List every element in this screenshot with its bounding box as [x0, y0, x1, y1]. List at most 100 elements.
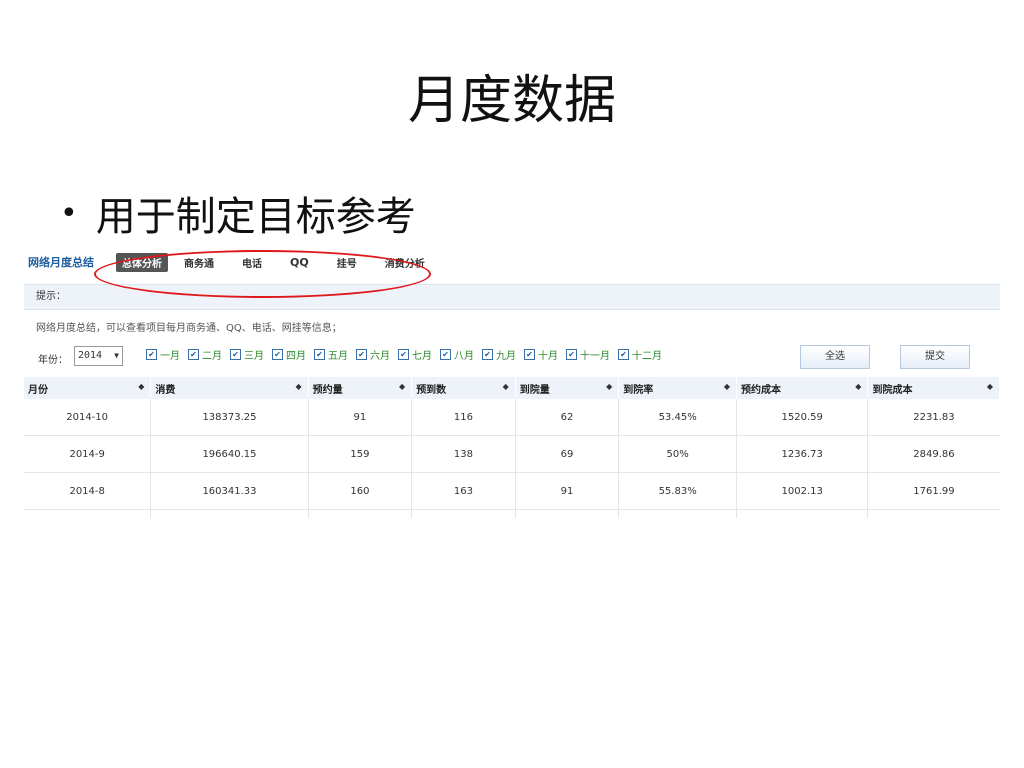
filter-row: 年份： 2014 ▼ ✔ 一月 ✔ 二月 ✔ 三月 ✔ 四月 ✔ 五月 ✔ 六月 ✔ 七月 ✔… — [24, 345, 1000, 377]
checkbox-checked-icon: ✔ — [440, 349, 451, 360]
tab-qq[interactable]: QQ — [284, 254, 315, 271]
monthly-summary-panel: 网络月度总结 总体分析 商务通 电话 QQ 挂号 消费分析 提示： 网络月度总结… — [24, 246, 1000, 518]
month-label: 十二月 — [632, 351, 662, 362]
month-label: 十一月 — [580, 351, 610, 362]
empty-cell — [150, 509, 309, 518]
chevron-down-icon: ▼ — [114, 351, 119, 360]
column-header-label: 到院成本 — [872, 384, 913, 396]
cell-spend: 138373.25 — [150, 399, 309, 436]
cell-appointment-cost: 1520.59 — [736, 399, 869, 436]
cell-spend: 196640.15 — [150, 435, 309, 473]
month-checkbox-12[interactable]: ✔ 十二月 — [618, 347, 662, 362]
table-row: 2014-10 138373.25 91 116 62 53.45% 1520.… — [24, 399, 1000, 436]
tab-spending-analysis[interactable]: 消费分析 — [379, 253, 431, 272]
sort-icon: ◆ — [399, 382, 406, 391]
checkbox-checked-icon: ✔ — [398, 349, 409, 360]
tab-overall-analysis[interactable]: 总体分析 — [116, 252, 168, 272]
month-label: 二月 — [202, 351, 222, 362]
column-header-label: 预到数 — [416, 384, 447, 396]
sort-icon: ◆ — [295, 382, 302, 391]
checkbox-checked-icon: ✔ — [482, 349, 493, 360]
select-all-button[interactable]: 全选 — [800, 345, 870, 369]
submit-button[interactable]: 提交 — [900, 345, 970, 369]
cell-appointments: 160 — [308, 472, 413, 510]
panel-title: 网络月度总结 — [28, 256, 94, 269]
empty-cell — [411, 509, 516, 518]
bullet-point: • 用于制定目标参考 — [60, 184, 416, 242]
year-select[interactable]: 2014 ▼ — [74, 346, 123, 366]
checkbox-checked-icon: ✔ — [566, 349, 577, 360]
column-header-label: 预约量 — [312, 384, 343, 396]
month-label: 四月 — [286, 351, 306, 362]
cell-arrival-cost: 1761.99 — [867, 472, 1000, 510]
checkbox-checked-icon: ✔ — [314, 349, 325, 360]
month-checkbox-9[interactable]: ✔ 九月 — [482, 347, 516, 362]
month-label: 五月 — [328, 351, 348, 362]
month-checkbox-10[interactable]: ✔ 十月 — [524, 347, 558, 362]
cell-appointment-cost: 1002.13 — [736, 472, 869, 510]
month-checkbox-4[interactable]: ✔ 四月 — [272, 347, 306, 362]
month-checkbox-11[interactable]: ✔ 十一月 — [566, 347, 610, 362]
cell-expected-arrivals: 138 — [411, 435, 516, 473]
tab-phone[interactable]: 电话 — [236, 253, 268, 272]
tab-registration[interactable]: 挂号 — [331, 253, 363, 272]
cell-expected-arrivals: 163 — [411, 472, 516, 510]
sort-icon: ◆ — [986, 382, 993, 391]
column-header-appointment-cost[interactable]: 预约成本 ◆ — [736, 377, 869, 399]
hint-text: 网络月度总结，可以查看项目每月商务通、QQ、电话、网挂等信息； — [36, 323, 342, 334]
month-label: 七月 — [412, 351, 432, 362]
cell-arrival-cost: 2231.83 — [867, 399, 1000, 436]
hint-bar: 提示： — [24, 284, 1000, 310]
year-select-value: 2014 — [78, 350, 103, 361]
cell-appointments: 159 — [308, 435, 413, 473]
month-checkbox-3[interactable]: ✔ 三月 — [230, 347, 264, 362]
tab-business-chat[interactable]: 商务通 — [178, 253, 220, 272]
tab-bar: 网络月度总结 总体分析 商务通 电话 QQ 挂号 消费分析 — [24, 246, 1000, 298]
cell-appointments: 91 — [308, 399, 413, 436]
cell-spend: 160341.33 — [150, 472, 309, 510]
bullet-dot-icon: • — [60, 195, 78, 231]
column-header-arrivals[interactable]: 到院量 ◆ — [515, 377, 620, 399]
empty-cell — [24, 509, 152, 518]
cell-arrivals: 91 — [515, 472, 620, 510]
column-header-expected-arrivals[interactable]: 预到数 ◆ — [411, 377, 516, 399]
month-checkbox-5[interactable]: ✔ 五月 — [314, 347, 348, 362]
month-checkbox-6[interactable]: ✔ 六月 — [356, 347, 390, 362]
month-checkboxes: ✔ 一月 ✔ 二月 ✔ 三月 ✔ 四月 ✔ 五月 ✔ 六月 ✔ 七月 ✔ 八月 ✔ 九月 ✔ 十月 … — [146, 347, 670, 362]
cell-appointment-cost: 1236.73 — [736, 435, 869, 473]
month-checkbox-7[interactable]: ✔ 七月 — [398, 347, 432, 362]
sort-icon: ◆ — [138, 382, 145, 391]
monthly-data-table: 月份 ◆ 消费 ◆ 预约量 ◆ 预到数 ◆ 到院量 ◆ 到院率 ◆ 预约成本 ◆ 到院成本 ◆ … — [24, 377, 1000, 518]
cell-month: 2014-8 — [24, 472, 152, 510]
table-row: 2014-8 160341.33 160 163 91 55.83% 1002.… — [24, 472, 1000, 510]
month-label: 一月 — [160, 351, 180, 362]
month-label: 三月 — [244, 351, 264, 362]
column-header-arrival-rate[interactable]: 到院率 ◆ — [618, 377, 737, 399]
column-header-month[interactable]: 月份 ◆ — [24, 377, 152, 399]
column-header-arrival-cost[interactable]: 到院成本 ◆ — [867, 377, 1000, 399]
month-label: 八月 — [454, 351, 474, 362]
column-header-appointments[interactable]: 预约量 ◆ — [308, 377, 413, 399]
column-header-label: 月份 — [28, 384, 48, 396]
month-label: 十月 — [538, 351, 558, 362]
empty-cell — [515, 509, 620, 518]
column-header-spend[interactable]: 消费 ◆ — [150, 377, 309, 399]
month-checkbox-2[interactable]: ✔ 二月 — [188, 347, 222, 362]
table-header-row: 月份 ◆ 消费 ◆ 预约量 ◆ 预到数 ◆ 到院量 ◆ 到院率 ◆ 预约成本 ◆ 到院成本 ◆ — [24, 377, 1000, 399]
cell-arrival-rate: 53.45% — [618, 399, 737, 436]
month-checkbox-8[interactable]: ✔ 八月 — [440, 347, 474, 362]
checkbox-checked-icon: ✔ — [524, 349, 535, 360]
table-row: 2014-9 196640.15 159 138 69 50% 1236.73 … — [24, 435, 1000, 473]
cell-arrival-rate: 55.83% — [618, 472, 737, 510]
column-header-label: 到院率 — [623, 384, 654, 396]
empty-cell — [618, 509, 737, 518]
month-label: 六月 — [370, 351, 390, 362]
month-checkbox-1[interactable]: ✔ 一月 — [146, 347, 180, 362]
cell-arrival-rate: 50% — [618, 435, 737, 473]
checkbox-checked-icon: ✔ — [618, 349, 629, 360]
cell-expected-arrivals: 116 — [411, 399, 516, 436]
cell-month: 2014-10 — [24, 399, 152, 436]
cell-arrivals: 62 — [515, 399, 620, 436]
checkbox-checked-icon: ✔ — [188, 349, 199, 360]
checkbox-checked-icon: ✔ — [146, 349, 157, 360]
